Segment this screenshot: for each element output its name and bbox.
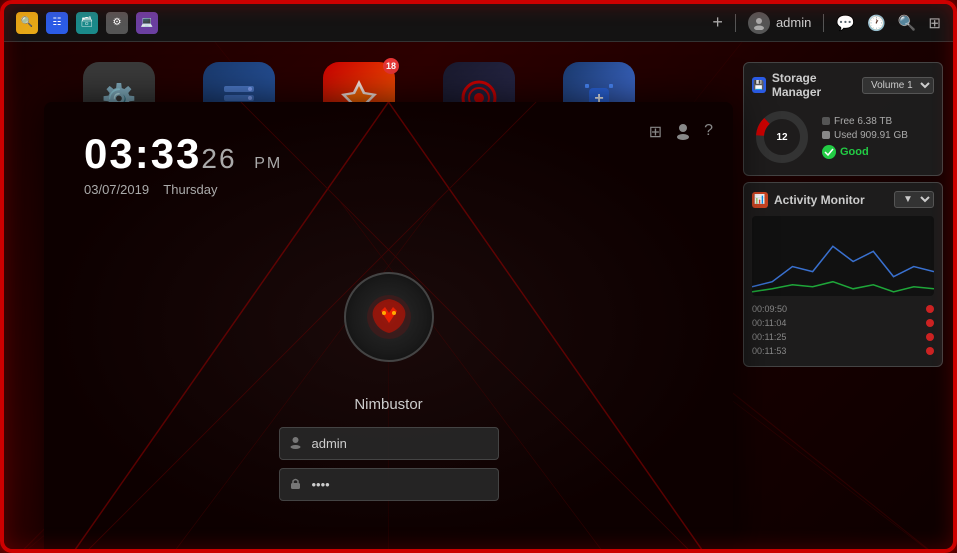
storage-details: Free 6.38 TB Used 909.91 GB Good	[822, 116, 934, 159]
activity-widget-title: Activity Monitor	[774, 193, 865, 207]
storage-free-row: Free 6.38 TB	[822, 116, 934, 127]
taskbar-right: + admin 💬 🕐 🔍 ⊞	[712, 12, 941, 34]
clock-area: 03:3326 PM 03/07/2019 Thursday	[84, 130, 282, 197]
activity-item-3: 00:11:25	[752, 330, 934, 344]
username-field	[279, 427, 499, 460]
clock-seconds: 26	[201, 143, 236, 174]
clock-date-value: 03/07/2019	[84, 182, 149, 197]
clock-ampm: PM	[254, 155, 282, 172]
desktop: 🔍 ☷ 🗃 ⚙ 💻 + admin	[4, 4, 953, 549]
activity-item-2-time: 00:11:04	[752, 318, 786, 328]
storage-percent-label: 12	[752, 107, 812, 167]
password-input[interactable]	[279, 468, 499, 501]
storage-free-label: Free 6.38 TB	[834, 116, 892, 127]
activity-item-4: 00:11:53	[752, 344, 934, 358]
clock-bold-part: 03:33	[84, 130, 201, 177]
activity-widget-icon: 📊	[752, 192, 768, 208]
taskbar-plus-button[interactable]: +	[712, 12, 723, 33]
activity-item-4-time: 00:11:53	[752, 346, 786, 356]
login-title: Nimbustor	[279, 396, 499, 413]
search-icon[interactable]: 🔍	[898, 14, 917, 32]
activity-item-2-status	[926, 319, 934, 327]
volume-select[interactable]: Volume 1	[862, 77, 934, 94]
activity-item-2: 00:11:04	[752, 316, 934, 330]
storage-status-badge: Good	[822, 145, 934, 159]
dragon-logo	[344, 272, 434, 362]
password-field	[279, 468, 499, 501]
lock-screen: 03:3326 PM 03/07/2019 Thursday ⊞ ?	[44, 102, 733, 549]
taskbar-divider	[735, 14, 736, 32]
admin-avatar	[748, 12, 770, 34]
taskbar-divider2	[823, 14, 824, 32]
login-form: Nimbustor	[279, 396, 499, 509]
lock-help-button[interactable]: ?	[704, 122, 713, 145]
free-dot	[822, 117, 830, 125]
lock-user-button[interactable]	[674, 122, 692, 145]
taskbar: 🔍 ☷ 🗃 ⚙ 💻 + admin	[4, 4, 953, 42]
taskbar-icon-monitor[interactable]: 💻	[136, 12, 158, 34]
activity-widget: 📊 Activity Monitor ▼ 00:09:50	[743, 182, 943, 367]
activity-item-3-status	[926, 333, 934, 341]
taskbar-icon-files[interactable]: 🗃	[76, 12, 98, 34]
activity-item-3-time: 00:11:25	[752, 332, 786, 342]
activity-widget-header: 📊 Activity Monitor ▼	[752, 191, 934, 208]
activity-item-4-status	[926, 347, 934, 355]
right-panel: 💾 Storage Manager Volume 1 12	[743, 62, 943, 367]
username-input[interactable]	[279, 427, 499, 460]
nimbustor-label: Nimbustor	[354, 396, 422, 413]
storage-used-row: Used 909.91 GB	[822, 130, 934, 141]
clock-display: 03:3326 PM	[84, 130, 282, 178]
password-icon	[289, 477, 302, 493]
taskbar-icon-settings[interactable]: ⚙	[106, 12, 128, 34]
lock-grid-button[interactable]: ⊞	[649, 122, 662, 145]
activity-list: 00:09:50 00:11:04 00:11:25 00:11:53	[752, 302, 934, 358]
clock-date: 03/07/2019 Thursday	[84, 182, 282, 197]
desktop-background: ⚙️ Settings Storage Manager	[4, 42, 953, 549]
admin-label: admin	[776, 15, 811, 30]
activity-graph-area	[752, 216, 934, 296]
clock-day-value: Thursday	[163, 182, 217, 197]
chat-icon[interactable]: 💬	[836, 14, 855, 32]
taskbar-icon-apps[interactable]: ☷	[46, 12, 68, 34]
clock-hours-minutes: 03:3326	[84, 130, 250, 177]
storage-widget-header: 💾 Storage Manager Volume 1	[752, 71, 934, 99]
storage-widget: 💾 Storage Manager Volume 1 12	[743, 62, 943, 176]
used-dot	[822, 131, 830, 139]
username-icon	[289, 436, 302, 452]
storage-donut-chart: 12	[752, 107, 812, 167]
storage-widget-icon: 💾	[752, 77, 766, 93]
activity-item-1: 00:09:50	[752, 302, 934, 316]
storage-content: 12 Free 6.38 TB Used 909.91 GB	[752, 107, 934, 167]
storage-used-label: Used 909.91 GB	[834, 130, 908, 141]
storage-status-label: Good	[840, 146, 869, 158]
grid-icon[interactable]: ⊞	[928, 14, 941, 32]
taskbar-left: 🔍 ☷ 🗃 ⚙ 💻	[16, 12, 158, 34]
activity-select[interactable]: ▼	[894, 191, 934, 208]
admin-section: admin	[748, 12, 811, 34]
app-central-badge: 18	[383, 58, 399, 74]
storage-widget-title: Storage Manager	[772, 71, 856, 99]
activity-item-1-status	[926, 305, 934, 313]
activity-item-1-time: 00:09:50	[752, 304, 787, 314]
lock-controls: ⊞ ?	[649, 122, 713, 145]
taskbar-icon-finder[interactable]: 🔍	[16, 12, 38, 34]
activity-graph-svg	[752, 216, 934, 296]
clock-icon[interactable]: 🕐	[867, 14, 886, 32]
